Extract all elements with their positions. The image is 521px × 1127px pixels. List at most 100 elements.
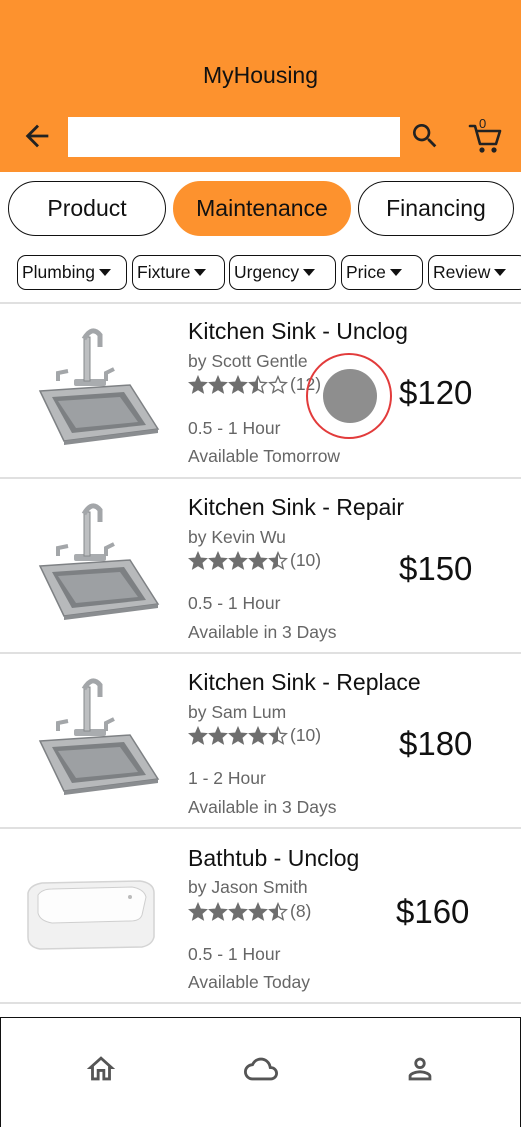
star-full-icon: [228, 901, 248, 921]
star-half-icon: [268, 725, 288, 745]
filter-price[interactable]: Price: [341, 255, 423, 290]
star-full-icon: [188, 901, 208, 921]
rating-stars: (10): [188, 550, 321, 570]
star-half-icon: [268, 901, 288, 921]
filter-plumbing[interactable]: Plumbing: [17, 255, 127, 290]
divider: [0, 1002, 521, 1004]
item-price: $180: [399, 725, 473, 762]
faucet-neck: [83, 511, 91, 557]
faucet-neck: [83, 686, 91, 732]
item-provider: by Sam Lum: [188, 702, 287, 722]
item-availability: Available Tomorrow: [188, 446, 341, 466]
star-half-icon: [248, 374, 268, 394]
dropdown-arrow-icon: [303, 269, 316, 276]
star-full-icon: [208, 374, 228, 394]
kitchen-sink-image: [38, 678, 160, 795]
item-duration: 0.5 - 1 Hour: [188, 944, 281, 964]
star-empty-icon: [268, 374, 288, 394]
nav-profile-button[interactable]: [403, 1052, 437, 1086]
rating-stars: (8): [188, 901, 311, 921]
rating-stars: (12): [188, 374, 321, 394]
person-icon: [408, 1057, 432, 1081]
search-icon: [413, 124, 437, 148]
filter-label: Review: [433, 262, 491, 282]
tab-financing[interactable]: Financing: [358, 181, 514, 236]
bathtub-basin: [37, 886, 147, 924]
item-title: Kitchen Sink - Repair: [188, 494, 405, 520]
star-half-icon: [268, 550, 288, 570]
faucet-handle-right: [104, 542, 115, 556]
app-header: MyHousing 0: [0, 0, 521, 172]
bathtub-drain: [128, 895, 132, 899]
item-title: Bathtub - Unclog: [188, 845, 360, 871]
star-full-icon: [208, 901, 228, 921]
review-count: (10): [290, 725, 322, 745]
kitchen-sink-image: [38, 328, 160, 445]
filter-fixture[interactable]: Fixture: [132, 255, 225, 290]
star-full-icon: [248, 901, 268, 921]
review-count: (8): [290, 901, 312, 921]
faucet-handle-left: [56, 719, 69, 731]
star-full-icon: [208, 725, 228, 745]
star-full-icon: [188, 374, 208, 394]
item-provider: by Scott Gentle: [188, 351, 308, 371]
star-full-icon: [188, 725, 208, 745]
home-icon: [86, 1056, 116, 1081]
app-screen: MyHousing 0 Product Maintenance Financin…: [0, 0, 521, 1127]
star-full-icon: [228, 374, 248, 394]
dropdown-arrow-icon: [494, 269, 507, 276]
item-provider: by Kevin Wu: [188, 527, 286, 547]
cloud-icon: [244, 1057, 278, 1081]
item-title: Kitchen Sink - Replace: [188, 669, 421, 695]
rating-stars: (10): [188, 725, 321, 745]
item-price: $120: [399, 374, 473, 411]
back-button[interactable]: [20, 119, 54, 153]
item-price: $160: [396, 893, 470, 930]
faucet-handle-left: [56, 544, 69, 556]
item-duration: 0.5 - 1 Hour: [188, 593, 281, 613]
dropdown-arrow-icon: [389, 269, 402, 276]
item-duration: 1 - 2 Hour: [188, 768, 266, 788]
nav-cloud-button[interactable]: [243, 1052, 279, 1086]
dropdown-arrow-icon: [194, 269, 207, 276]
filter-label: Price: [346, 262, 386, 282]
faucet-neck: [83, 336, 91, 382]
list-item[interactable]: Kitchen Sink - Repair by Kevin Wu (10) 0…: [0, 478, 521, 652]
item-availability: Available in 3 Days: [188, 622, 337, 642]
filter-review[interactable]: Review: [428, 255, 521, 290]
star-full-icon: [248, 725, 268, 745]
item-provider: by Jason Smith: [188, 877, 308, 897]
filter-urgency[interactable]: Urgency: [229, 255, 336, 290]
item-availability: Available Today: [188, 972, 310, 992]
tab-product[interactable]: Product: [8, 181, 166, 236]
faucet-handle-right: [104, 367, 115, 381]
filter-label: Plumbing: [22, 262, 95, 282]
touch-indicator-dot: [323, 369, 377, 423]
item-title: Kitchen Sink - Unclog: [188, 318, 408, 344]
item-duration: 0.5 - 1 Hour: [188, 418, 281, 438]
nav-home-button[interactable]: [84, 1052, 118, 1086]
kitchen-sink-image: [38, 503, 160, 620]
list-item[interactable]: Kitchen Sink - Unclog by Scott Gentle (1…: [0, 303, 521, 477]
search-button[interactable]: [409, 120, 441, 152]
item-price: $150: [399, 550, 473, 587]
cart-count-badge: 0: [479, 116, 487, 131]
star-full-icon: [228, 725, 248, 745]
search-input[interactable]: [68, 117, 400, 157]
star-full-icon: [228, 550, 248, 570]
star-full-icon: [208, 550, 228, 570]
app-title: MyHousing: [202, 62, 319, 88]
list-item[interactable]: Kitchen Sink - Replace by Sam Lum (10) 1…: [0, 653, 521, 827]
item-availability: Available in 3 Days: [188, 797, 337, 817]
review-count: (10): [290, 550, 322, 570]
bathtub-image: [27, 880, 155, 950]
arrow-back-icon: [25, 124, 49, 148]
star-full-icon: [188, 550, 208, 570]
tab-maintenance[interactable]: Maintenance: [173, 181, 351, 236]
faucet-handle-right: [104, 717, 115, 731]
faucet-handle-left: [56, 369, 69, 381]
dropdown-arrow-icon: [98, 269, 111, 276]
filter-label: Fixture: [137, 262, 191, 282]
list-item[interactable]: Bathtub - Unclog by Jason Smith (8) 0.5 …: [0, 828, 521, 1002]
filter-label: Urgency: [234, 262, 300, 282]
